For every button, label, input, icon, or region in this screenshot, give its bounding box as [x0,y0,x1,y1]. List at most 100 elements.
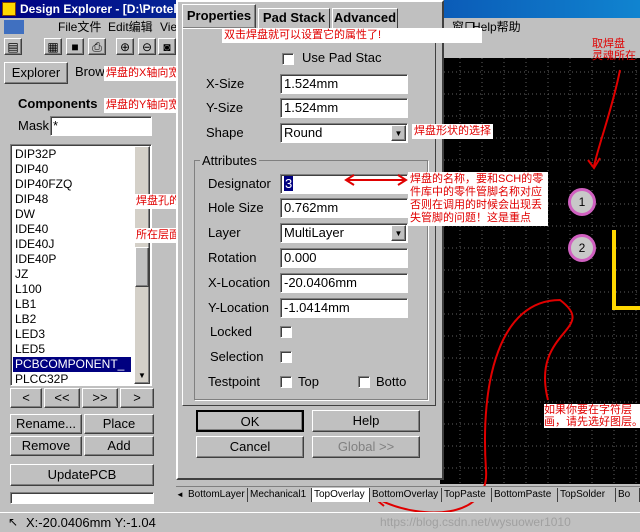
use-pad-stack-checkbox[interactable] [282,53,294,65]
pad-dialog: Properties Pad Stack Advanced Use Pad St… [176,0,444,480]
silkscreen-outline [612,230,640,310]
scroll-thumb[interactable] [135,247,149,287]
pad-1[interactable]: 1 [568,188,596,216]
chevron-down-icon[interactable]: ▼ [391,225,406,241]
testpoint-label: Testpoint [208,374,261,389]
list-item[interactable]: LB2 [13,312,131,327]
remove-button[interactable]: Remove [10,436,82,456]
mask-label: Mask [18,118,50,133]
nav-prev-button[interactable]: << [44,388,80,408]
mask-input[interactable]: * [50,116,152,136]
status-coords: X:-20.0406mm Y:-1.04 [26,515,156,530]
menu-icon [4,20,24,34]
chevron-down-icon[interactable]: ▼ [391,125,406,141]
list-item[interactable]: LED3 [13,327,131,342]
tab-explorer[interactable]: Explorer [4,62,68,84]
add-button[interactable]: Add [84,436,154,456]
list-item[interactable]: L100 [13,282,131,297]
nav-next-button[interactable]: >> [82,388,118,408]
list-item[interactable]: IDE40P [13,252,131,267]
x-size-input[interactable]: 1.524mm [280,74,408,94]
explorer-panel: Explorer Brow Components Mask * DIP32P DI… [0,58,160,510]
annotation-layer: 所在层面 [134,228,182,243]
update-pcb-button[interactable]: UpdatePCB [10,464,154,486]
rename-button[interactable]: Rename... [10,414,82,434]
global-button[interactable]: Global >> [312,436,420,458]
list-item[interactable]: DIP40FZQ [13,177,131,192]
components-label: Components [18,96,98,111]
list-scrollbar[interactable]: ▼ [134,146,150,384]
nav-first-button[interactable]: < [10,388,42,408]
tab-properties[interactable]: Properties [182,4,256,28]
help-button[interactable]: Help [312,410,420,432]
menu-item-file[interactable]: File文件 [58,18,101,36]
nav-last-button[interactable]: > [120,388,154,408]
annotation-double-click: 双击焊盘就可以设置它的属性了! [222,28,482,43]
component-list[interactable]: DIP32P DIP40 DIP40FZQ DIP48 DW IDE40 IDE40J IDE… [10,144,152,386]
list-item[interactable]: LED5 [13,342,131,357]
tabs-scroll-icon[interactable]: ◄ [176,488,186,502]
explorer-footer-field [10,492,154,504]
annotation-layer-tip: 如果你要在字符层 画，请先选好图层。 [544,404,640,428]
annotation-pick-pad: 取焊盘 灵魂所在 [592,38,636,62]
zoom-out-icon[interactable]: ⊖ [138,38,156,55]
folder-icon[interactable]: ▦ [44,38,62,55]
print-icon[interactable]: ⎙ [88,38,106,55]
list-item[interactable]: LB1 [13,297,131,312]
hole-size-input[interactable]: 0.762mm [280,198,408,218]
menu-item-edit[interactable]: Edit编辑 [108,18,153,36]
shape-label: Shape [206,125,244,140]
place-button[interactable]: Place [84,414,154,434]
attributes-label: Attributes [200,153,259,168]
list-item[interactable]: DW [13,207,131,222]
layer-tab[interactable]: TopOverlay [312,488,370,502]
open-icon[interactable]: ▤ [4,38,22,55]
designator-input[interactable]: 3 [280,174,408,194]
layer-tab[interactable]: BottomPaste [492,488,558,502]
layer-tab[interactable]: BottomOverlay [370,488,442,502]
locked-checkbox[interactable] [280,326,292,338]
pad-2[interactable]: 2 [568,234,596,262]
layer-tabs-bar: ◄ BottomLayer Mechanical1 TopOverlay Bottom… [176,486,640,502]
list-item[interactable]: DIP32P [13,147,131,162]
rotation-input[interactable]: 0.000 [280,248,408,268]
x-size-label: X-Size [206,76,245,91]
layer-tabs: BottomLayer Mechanical1 TopOverlay BottomOv… [186,488,640,502]
testpoint-bottom-label: Botto [376,374,407,389]
layer-select[interactable]: MultiLayer ▼ [280,223,408,243]
tab-advanced[interactable]: Advanced [332,8,398,28]
testpoint-bottom-checkbox[interactable] [358,376,370,388]
layer-tab[interactable]: Mechanical1 [248,488,312,502]
zoom-in-icon[interactable]: ⊕ [116,38,134,55]
designator-value: 3 [284,176,294,191]
shape-value: Round [284,125,323,140]
y-location-input[interactable]: -1.0414mm [280,298,408,318]
list-item[interactable]: IDE40J [13,237,131,252]
testpoint-top-checkbox[interactable] [280,376,292,388]
list-item[interactable]: DIP48 [13,192,131,207]
status-bar: ↖ X:-20.0406mm Y:-1.04 https://blog.csdn… [0,512,640,532]
cancel-button[interactable]: Cancel [196,436,304,458]
y-size-input[interactable]: 1.524mm [280,98,408,118]
save-icon[interactable]: ■ [66,38,84,55]
shape-select[interactable]: Round ▼ [280,123,408,143]
ok-button[interactable]: OK [196,410,304,432]
list-item[interactable]: JZ [13,267,131,282]
menu-item-view[interactable]: Vie [160,18,177,36]
layer-tab[interactable]: Bo [616,488,640,502]
list-item[interactable]: PCBCOMPONENT_ [13,357,131,372]
layer-tab[interactable]: TopPaste [442,488,492,502]
scroll-down-icon[interactable]: ▼ [136,370,148,382]
list-item[interactable]: PLCC32P [13,372,131,387]
app-icon [2,2,16,16]
layer-label: Layer [208,225,241,240]
layer-tab[interactable]: BottomLayer [186,488,248,502]
layer-value: MultiLayer [284,225,344,240]
x-location-input[interactable]: -20.0406mm [280,273,408,293]
zoom-fit-icon[interactable]: ◙ [158,38,176,55]
selection-checkbox[interactable] [280,351,292,363]
list-item[interactable]: IDE40 [13,222,131,237]
layer-tab[interactable]: TopSolder [558,488,616,502]
tab-pad-stack[interactable]: Pad Stack [258,8,330,28]
list-item[interactable]: DIP40 [13,162,131,177]
